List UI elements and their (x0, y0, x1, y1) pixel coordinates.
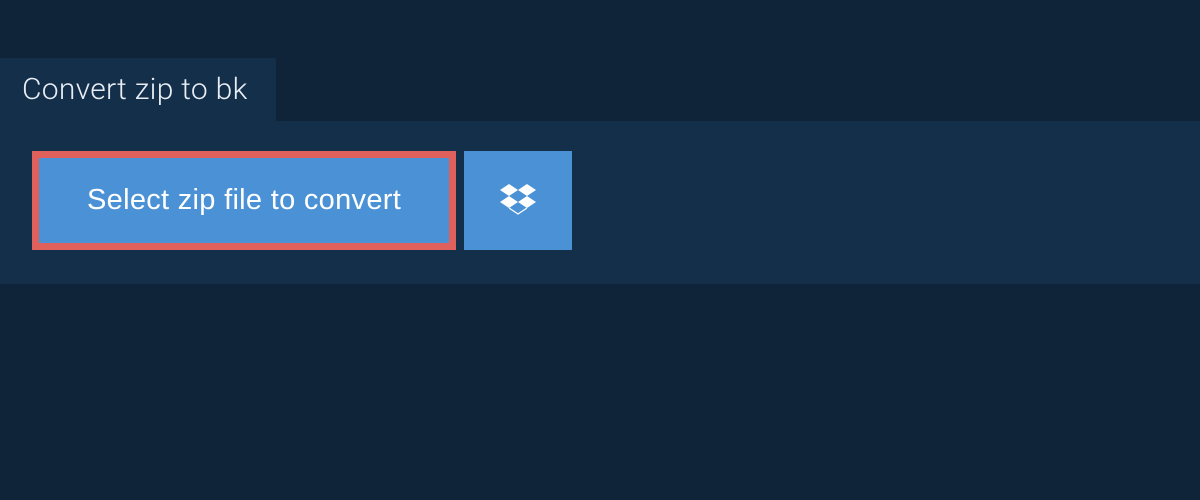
dropbox-button[interactable] (464, 151, 572, 250)
dropbox-icon (500, 181, 536, 220)
converter-panel: Select zip file to convert (0, 121, 1200, 284)
file-select-row: Select zip file to convert (32, 151, 1168, 250)
tab-convert[interactable]: Convert zip to bk (0, 58, 276, 121)
tab-title: Convert zip to bk (22, 72, 248, 107)
select-file-label: Select zip file to convert (87, 184, 401, 216)
select-file-button[interactable]: Select zip file to convert (39, 158, 449, 243)
select-file-highlight: Select zip file to convert (32, 151, 456, 250)
